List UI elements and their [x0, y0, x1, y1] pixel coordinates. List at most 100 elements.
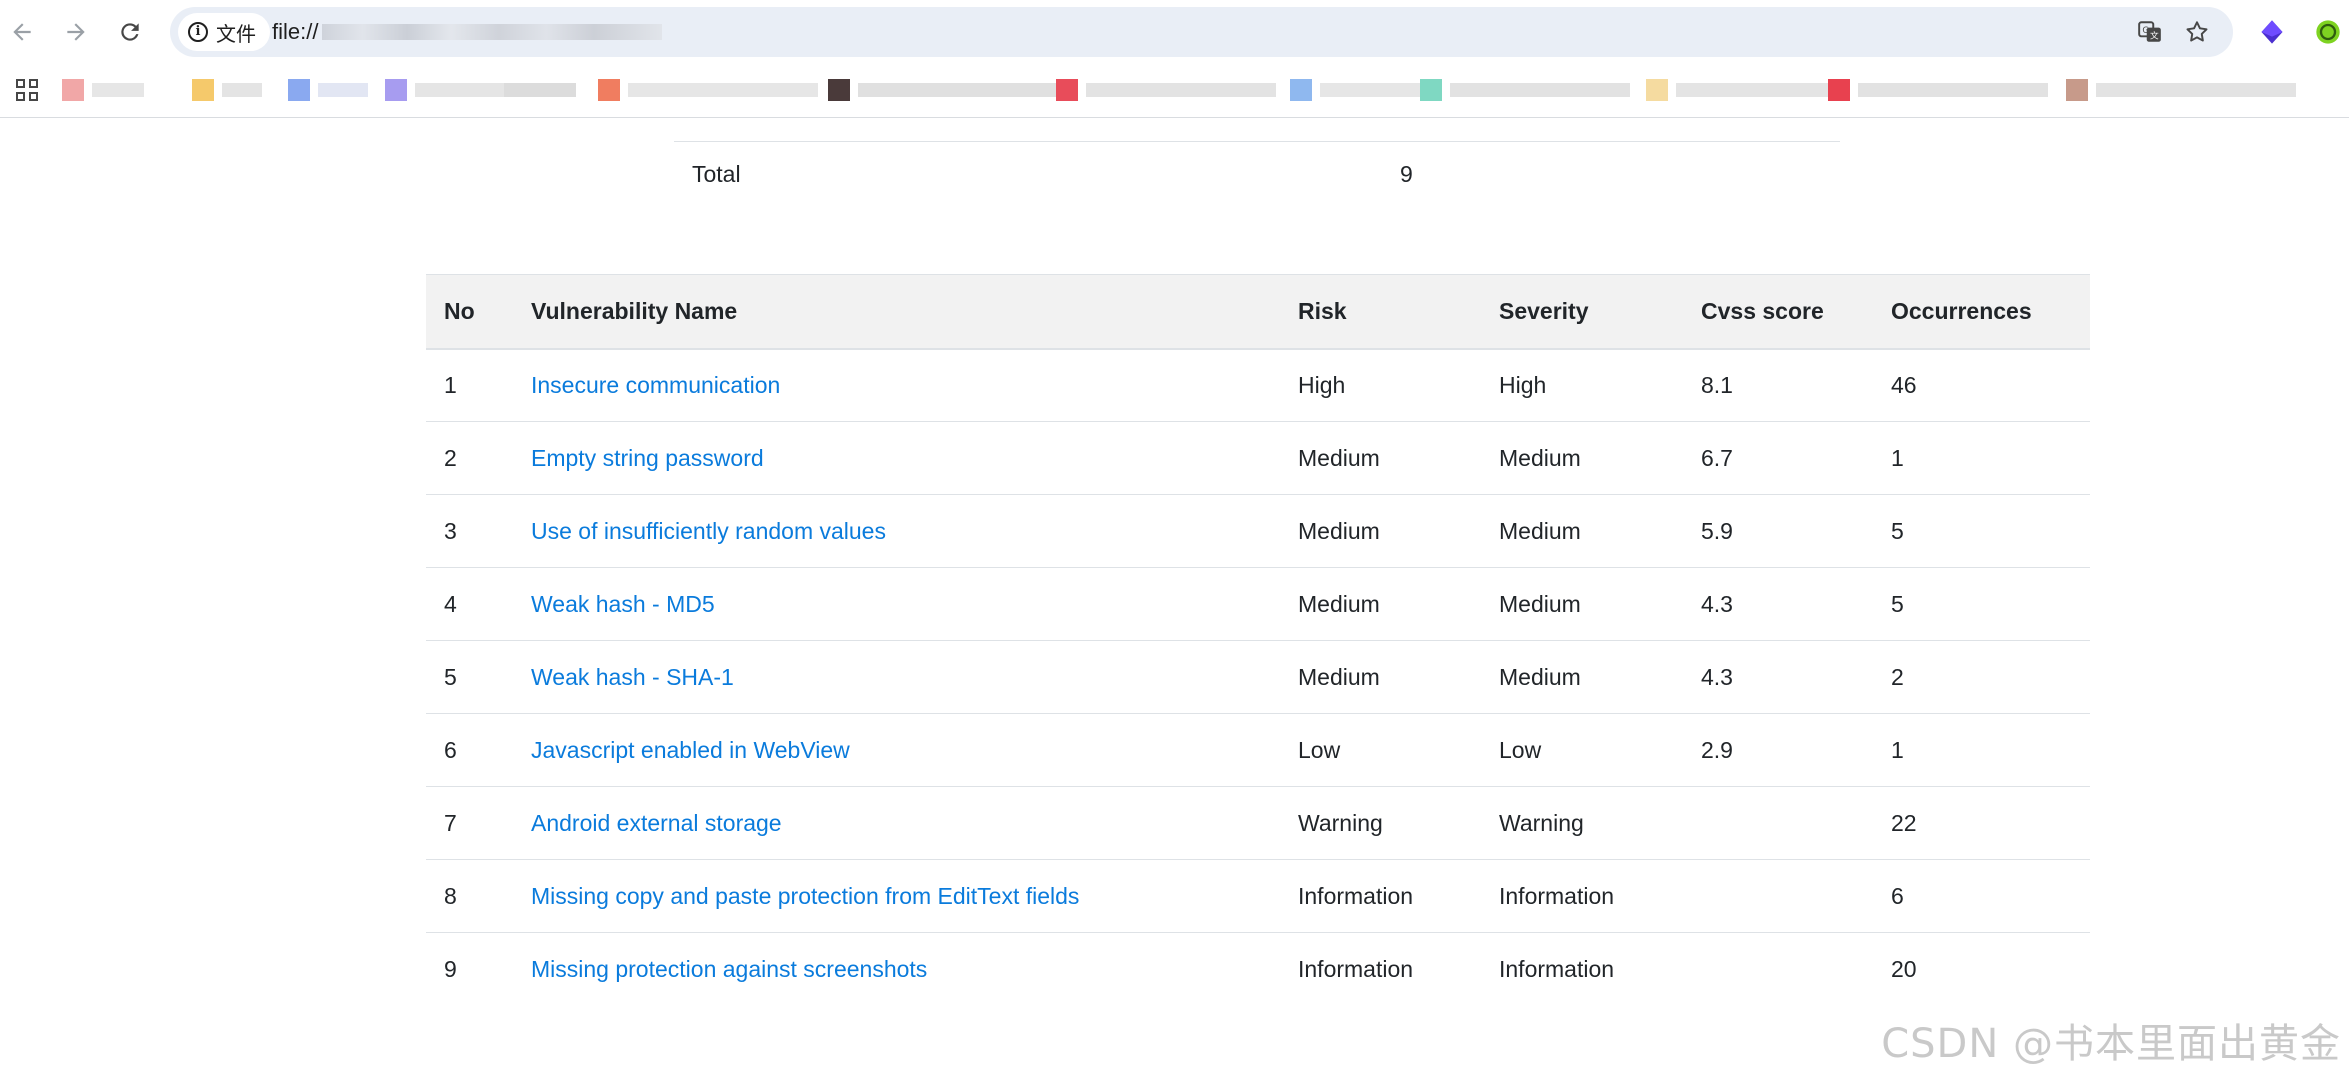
table-row: 1 Insecure communication High High 8.1 4… — [426, 348, 2090, 422]
arrow-left-icon — [13, 23, 31, 41]
cell-no: 4 — [426, 567, 513, 641]
vulnerability-link[interactable]: Weak hash - MD5 — [531, 591, 715, 617]
reload-button[interactable] — [112, 14, 148, 50]
cell-cvss: 2.9 — [1683, 713, 1873, 787]
header-severity: Severity — [1481, 274, 1683, 350]
header-risk: Risk — [1280, 274, 1481, 350]
watermark: CSDN @书本里面出黄金 — [1881, 1021, 2341, 1067]
summary-divider — [674, 141, 1840, 142]
cell-risk: Medium — [1280, 421, 1481, 495]
table-row: 3 Use of insufficiently random values Me… — [426, 494, 2090, 568]
extension-button-2[interactable] — [2312, 16, 2344, 48]
cell-no: 1 — [426, 348, 513, 422]
bookmark-item[interactable] — [288, 78, 368, 102]
cell-severity: Medium — [1481, 640, 1683, 714]
bookmark-item[interactable] — [2066, 78, 2296, 102]
cell-risk: Low — [1280, 713, 1481, 787]
purple-diamond-icon — [2261, 20, 2283, 44]
cell-severity: Medium — [1481, 494, 1683, 568]
arrow-right-icon — [67, 23, 85, 41]
bookmark-item[interactable] — [62, 78, 144, 102]
bookmarks-bar — [0, 64, 2349, 118]
cell-risk: Medium — [1280, 640, 1481, 714]
bookmark-item[interactable] — [1646, 78, 1836, 102]
cell-risk: Information — [1280, 859, 1481, 933]
table-row: 8 Missing copy and paste protection from… — [426, 859, 2090, 933]
vulnerability-link[interactable]: Insecure communication — [531, 372, 780, 398]
summary-total-value: 9 — [1400, 161, 1413, 187]
cell-severity: Warning — [1481, 786, 1683, 860]
vulnerability-link[interactable]: Android external storage — [531, 810, 782, 836]
cell-severity: Low — [1481, 713, 1683, 787]
url-redacted — [322, 24, 662, 40]
bookmark-item[interactable] — [385, 78, 515, 102]
vulnerability-link[interactable]: Use of insufficiently random values — [531, 518, 886, 544]
cell-risk: Warning — [1280, 786, 1481, 860]
cell-no: 7 — [426, 786, 513, 860]
table-row: 7 Android external storage Warning Warni… — [426, 786, 2090, 860]
extension-button-1[interactable] — [2256, 16, 2288, 48]
bookmark-item[interactable] — [598, 78, 818, 102]
cell-cvss: 8.1 — [1683, 348, 1873, 422]
vulnerability-table: No Vulnerability Name Risk Severity Cvss… — [426, 274, 2090, 1006]
bookmark-star-button[interactable] — [2183, 18, 2211, 46]
header-vulnerability-name: Vulnerability Name — [513, 274, 1280, 350]
address-bar[interactable]: i 文件 file:// G 文 — [170, 7, 2233, 57]
bookmark-item[interactable] — [192, 78, 262, 102]
table-row: 9 Missing protection against screenshots… — [426, 933, 2090, 1006]
cell-risk: Medium — [1280, 567, 1481, 641]
cell-cvss — [1683, 933, 1873, 1006]
cell-no: 6 — [426, 713, 513, 787]
apps-grid-icon[interactable] — [14, 77, 40, 103]
site-info-chip[interactable]: i 文件 — [178, 13, 270, 51]
cell-cvss: 4.3 — [1683, 567, 1873, 641]
vulnerability-link[interactable]: Missing copy and paste protection from E… — [531, 883, 1079, 909]
bookmark-item[interactable] — [828, 78, 1058, 102]
cell-cvss: 6.7 — [1683, 421, 1873, 495]
vulnerability-link[interactable]: Empty string password — [531, 445, 764, 471]
cell-risk: Information — [1298, 955, 1414, 982]
back-button[interactable] — [4, 14, 40, 50]
table-row: 2 Empty string password Medium Medium 6.… — [426, 421, 2090, 495]
svg-text:文: 文 — [2150, 30, 2159, 42]
header-cvss-score: Cvss score — [1683, 274, 1873, 350]
cell-occurrences: 1 — [1873, 421, 2090, 495]
vulnerability-link[interactable]: Weak hash - SHA-1 — [531, 664, 734, 690]
url-text[interactable]: file:// — [272, 7, 318, 57]
cell-no: 2 — [426, 421, 513, 495]
cell-occurrences: 20 — [1891, 955, 1917, 982]
bookmark-item[interactable] — [1420, 78, 1630, 102]
cell-severity: Information — [1499, 955, 1615, 982]
vulnerability-link[interactable]: Javascript enabled in WebView — [531, 737, 850, 763]
green-circle-icon — [2316, 20, 2340, 44]
cell-occurrences: 1 — [1873, 713, 2090, 787]
cell-cvss — [1683, 859, 1873, 933]
table-row: 4 Weak hash - MD5 Medium Medium 4.3 5 — [426, 567, 2090, 641]
cell-no: 5 — [426, 640, 513, 714]
star-icon — [2186, 21, 2208, 42]
page-content: Total 9 No Vulnerability Name Risk Sever… — [0, 119, 2349, 1077]
cell-no: 3 — [426, 494, 513, 568]
cell-occurrences: 22 — [1873, 786, 2090, 860]
cell-severity: Information — [1481, 859, 1683, 933]
vulnerability-link[interactable]: Missing protection against screenshots — [531, 956, 927, 982]
forward-button[interactable] — [58, 14, 94, 50]
site-chip-label: 文件 — [216, 23, 256, 46]
bookmark-item[interactable] — [1056, 78, 1276, 102]
translate-button[interactable]: G 文 — [2136, 18, 2164, 46]
bookmark-item[interactable] — [1828, 78, 2048, 102]
cell-cvss: 4.3 — [1683, 640, 1873, 714]
browser-toolbar: i 文件 file:// G 文 — [0, 0, 2349, 64]
cell-occurrences: 2 — [1873, 640, 2090, 714]
info-icon: i — [188, 22, 208, 42]
cell-severity: Medium — [1481, 567, 1683, 641]
bookmark-item[interactable] — [504, 78, 576, 102]
table-row: 6 Javascript enabled in WebView Low Low … — [426, 713, 2090, 787]
summary-total-label: Total — [692, 161, 741, 187]
cell-no: 8 — [426, 859, 513, 933]
cell-no: 9 — [444, 955, 457, 982]
header-occurrences: Occurrences — [1873, 274, 2090, 350]
header-no: No — [426, 274, 513, 350]
cell-cvss: 5.9 — [1683, 494, 1873, 568]
bookmark-item[interactable] — [1290, 78, 1420, 102]
